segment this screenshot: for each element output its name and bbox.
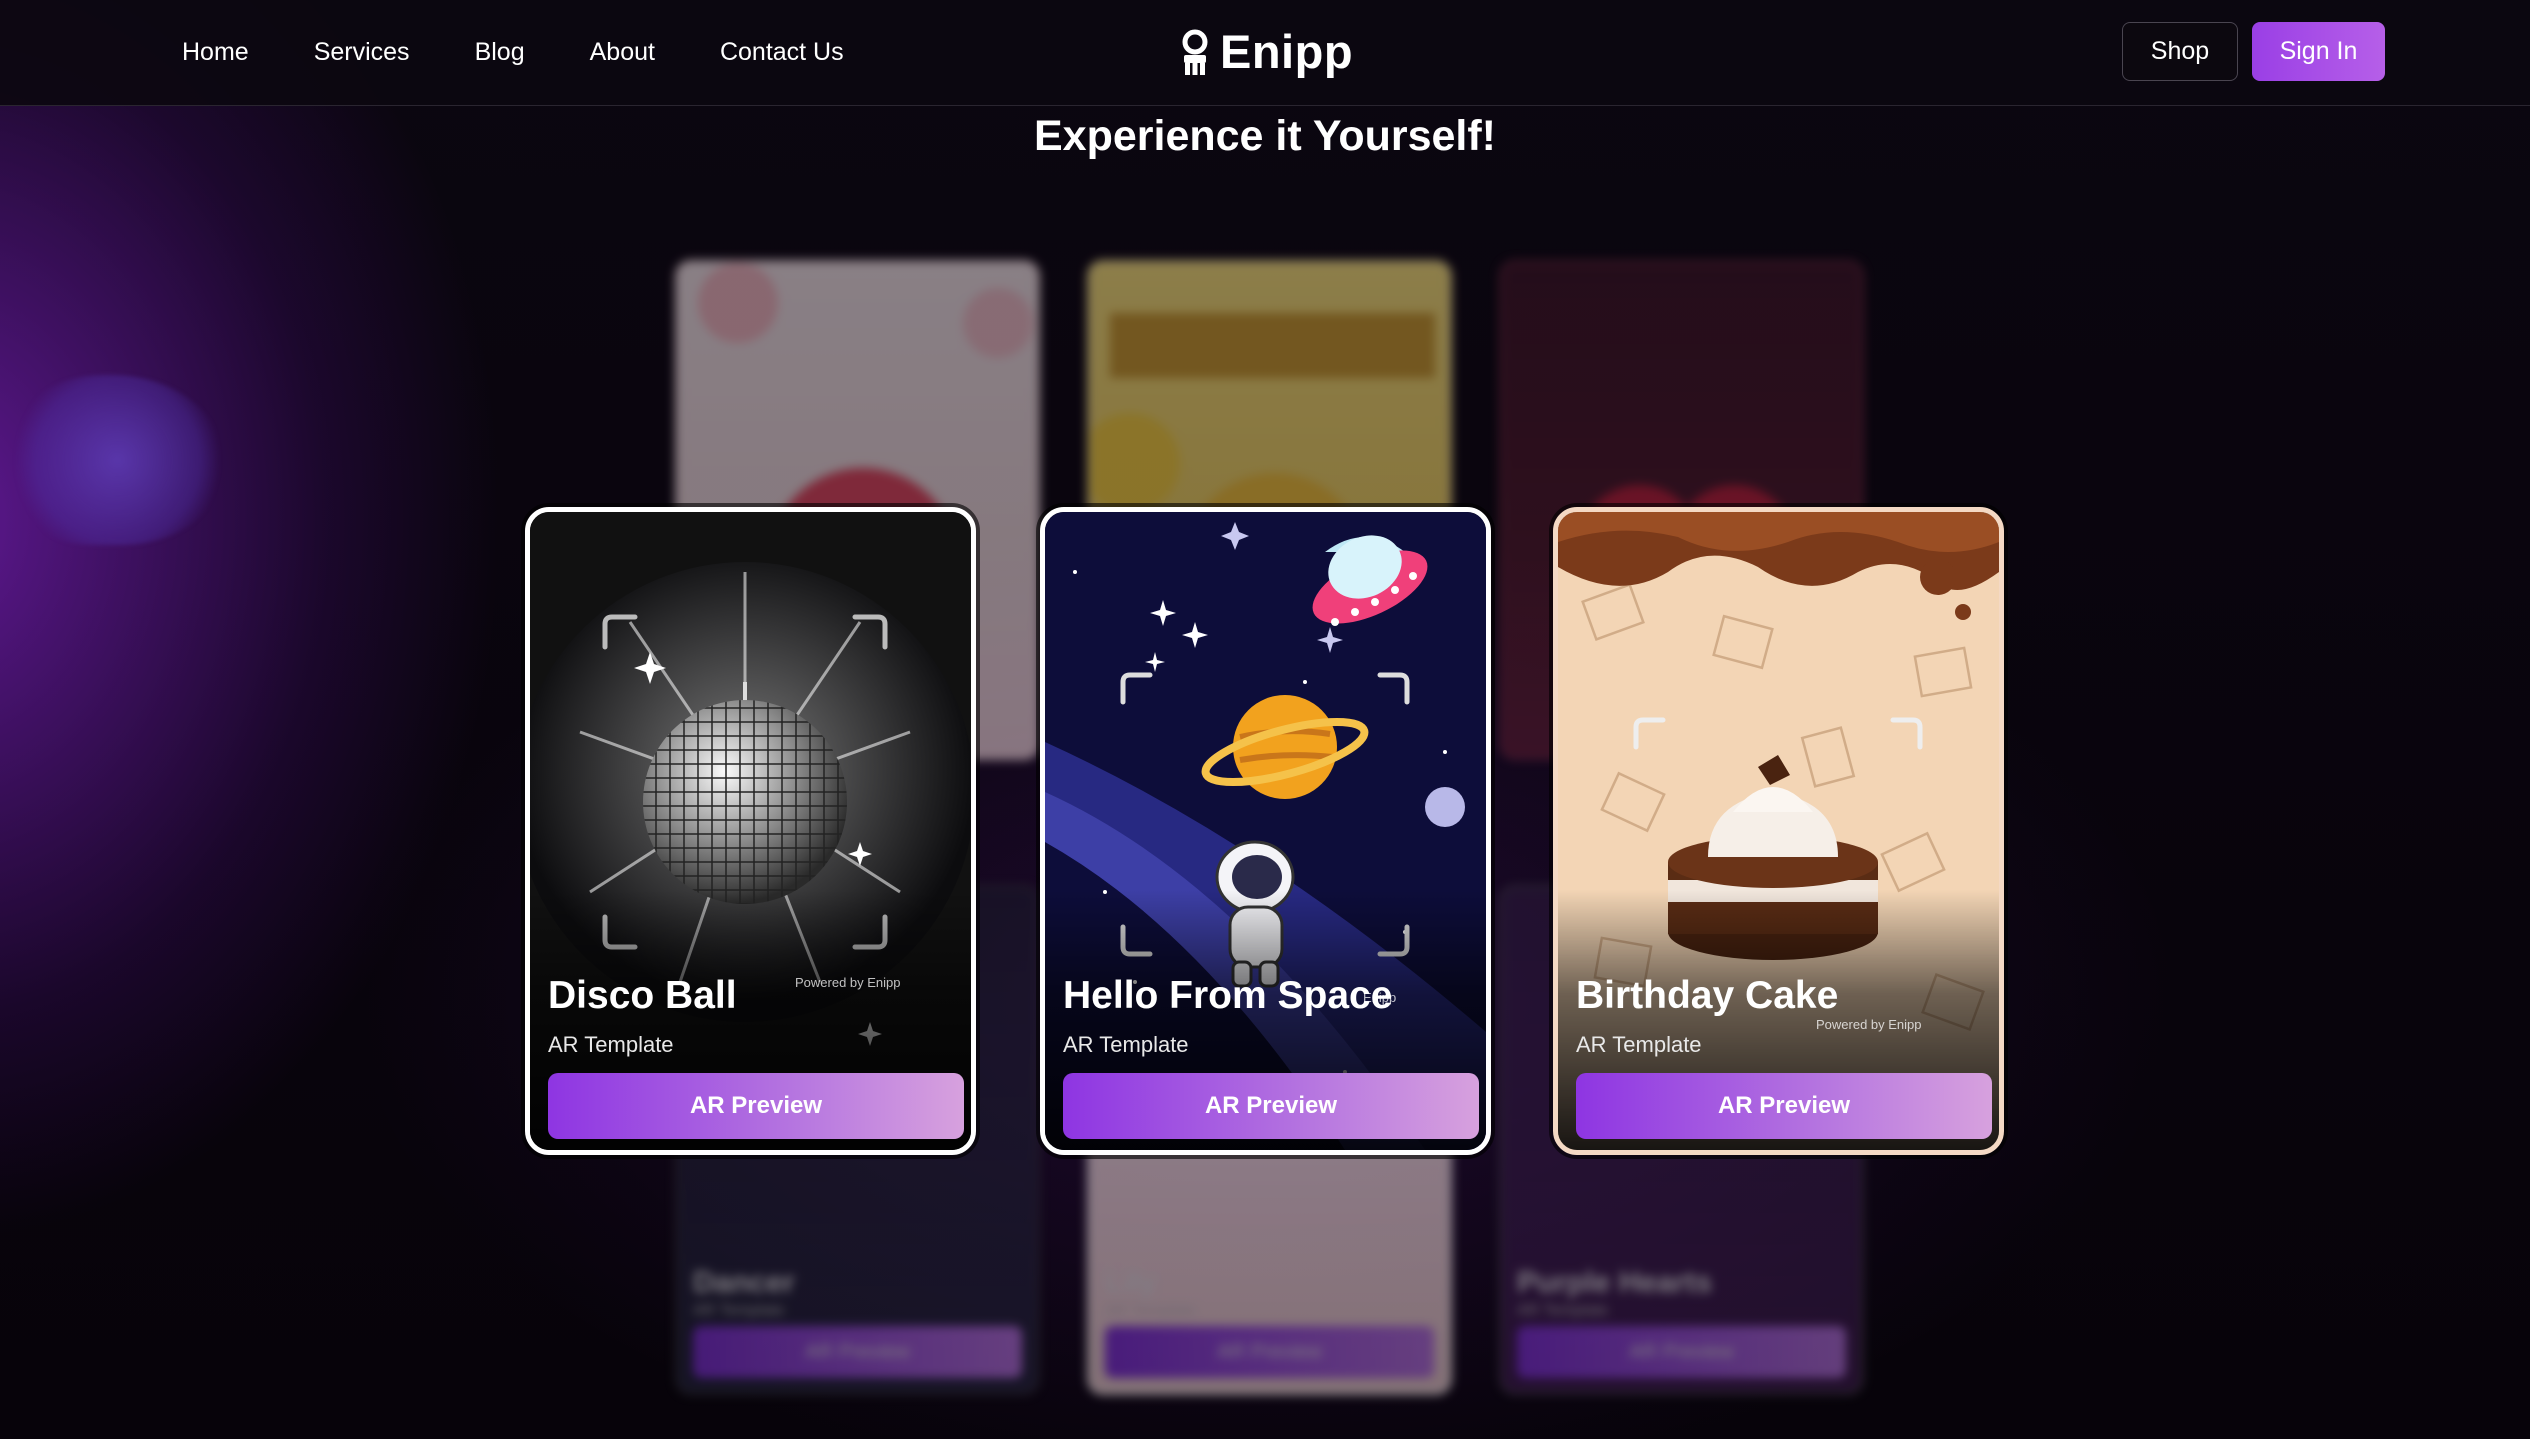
template-card-hello-from-space[interactable]: Enipp Hello From Space AR Template AR Pr… [1040, 507, 1491, 1155]
nav-link-home[interactable]: Home [182, 38, 249, 67]
main-nav: Home Services Blog About Contact Us [182, 0, 844, 105]
background-card-title: Lily [1105, 1266, 1157, 1299]
ar-preview-button[interactable]: AR Preview [1576, 1073, 1992, 1139]
background-card-subtitle: AR Template [693, 1302, 785, 1319]
background-card-button: AR Preview [1105, 1326, 1434, 1378]
ar-preview-button[interactable]: AR Preview [548, 1073, 964, 1139]
background-card-button: AR Preview [693, 1326, 1022, 1378]
card-title: Disco Ball [548, 974, 737, 1017]
template-card-disco-ball[interactable]: Powered by Enipp Disco Ball AR Template … [525, 507, 976, 1155]
background-card-title: Purple Hearts [1517, 1266, 1713, 1299]
card-title: Birthday Cake [1576, 974, 1839, 1017]
card-watermark: Powered by Enipp [795, 975, 901, 990]
section-heading: Experience it Yourself! [1033, 112, 1497, 160]
background-card-button: AR Preview [1517, 1326, 1846, 1378]
nav-link-blog[interactable]: Blog [475, 38, 525, 67]
card-subtitle: AR Template [1576, 1032, 1702, 1057]
nav-link-about[interactable]: About [590, 38, 655, 67]
sign-in-button[interactable]: Sign In [2252, 22, 2385, 81]
brand-logo[interactable]: Enipp [1178, 24, 1353, 79]
card-subtitle: AR Template [548, 1032, 674, 1057]
ar-preview-button[interactable]: AR Preview [1063, 1073, 1479, 1139]
card-title: Hello From Space [1063, 974, 1393, 1017]
nav-link-contact-us[interactable]: Contact Us [720, 38, 844, 67]
nav-link-services[interactable]: Services [314, 38, 410, 67]
template-card-birthday-cake[interactable]: Powered by Enipp Birthday Cake AR Templa… [1553, 507, 2004, 1155]
brand-name: Enipp [1220, 25, 1354, 78]
card-watermark: Powered by Enipp [1816, 1017, 1922, 1032]
card-subtitle: AR Template [1063, 1032, 1189, 1057]
background-card-subtitle: AR Template [1517, 1302, 1609, 1319]
background-card-title: Dancer [693, 1266, 795, 1299]
shop-button[interactable]: Shop [2122, 22, 2238, 81]
background-card-subtitle: AR Template [1105, 1302, 1197, 1319]
enipp-logo-icon [1182, 29, 1208, 75]
top-navigation-bar: Home Services Blog About Contact Us Enip… [0, 0, 2530, 106]
